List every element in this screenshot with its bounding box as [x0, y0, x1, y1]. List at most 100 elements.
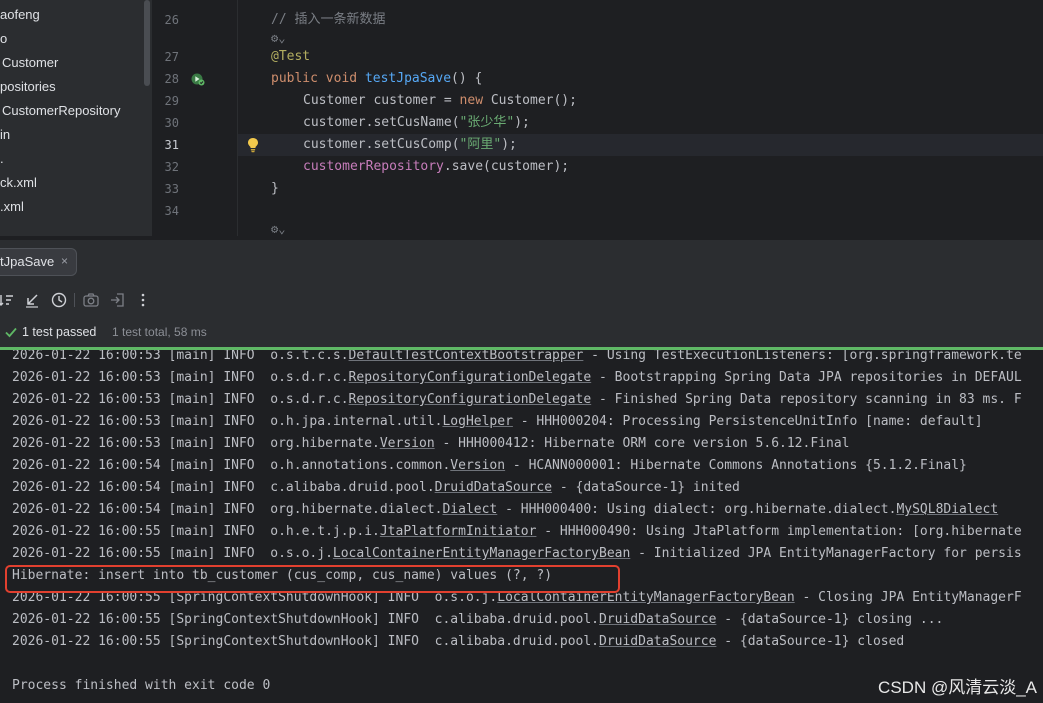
code-text: .save(customer);: [443, 159, 570, 174]
console-text: 2026-01-22 16:00:53 [main] INFO o.h.jpa.…: [12, 414, 443, 429]
test-status-bar: 1 test passed 1 test total, 58 ms: [0, 316, 1043, 348]
code-keyword: new: [459, 93, 484, 108]
import-icon[interactable]: [109, 291, 127, 309]
console-line: 2026-01-22 16:00:55 [SpringContextShutdo…: [12, 631, 904, 653]
code-text: Customer customer =: [303, 93, 460, 108]
code-string: "阿里": [459, 137, 502, 152]
console-line: 2026-01-22 16:00:55 [SpringContextShutdo…: [12, 609, 943, 631]
code-line: Customer customer = new Customer();: [303, 90, 577, 112]
console-text: 2026-01-22 16:00:55 [main] INFO o.s.o.j.: [12, 546, 333, 561]
console-text: - {dataSource-1} closing ...: [716, 612, 944, 627]
camera-icon[interactable]: [82, 291, 100, 309]
line-number: 32: [164, 160, 179, 174]
lightbulb-icon[interactable]: [246, 137, 260, 153]
code-text: }: [271, 181, 279, 196]
close-icon[interactable]: ×: [61, 254, 68, 268]
console-text: 2026-01-22 16:00:55 [SpringContextShutdo…: [12, 634, 599, 649]
more-options-icon[interactable]: [134, 291, 152, 309]
console-text: - HHH000412: Hibernate ORM core version …: [434, 436, 850, 451]
tree-item-customer[interactable]: Customer: [2, 53, 58, 73]
console-logger-link[interactable]: JtaPlatformInitiator: [380, 524, 537, 539]
code-text: );: [514, 115, 530, 130]
code-text: Customer();: [483, 93, 577, 108]
console-text: 2026-01-22 16:00:55 [main] INFO o.h.e.t.…: [12, 524, 380, 539]
console-line: 2026-01-22 16:00:53 [main] INFO o.s.d.r.…: [12, 367, 1022, 389]
code-text: customer.setCusComp(: [303, 137, 460, 152]
tree-item-customer-repository[interactable]: CustomerRepository: [2, 101, 121, 121]
console-text: - Closing JPA EntityManagerF: [794, 590, 1022, 605]
code-string: "张少华": [459, 115, 515, 130]
run-toolbar: [0, 284, 1043, 316]
tests-total-label: 1 test total, 58 ms: [112, 325, 207, 339]
console-logger-link[interactable]: DruidDataSource: [435, 480, 552, 495]
code-line-current: customer.setCusComp("阿里");: [303, 134, 517, 156]
console-logger-link[interactable]: MySQL8Dialect: [896, 502, 998, 517]
code-editor[interactable]: // 插入一条新数据 ⚙⌄ @Test public void testJpaS…: [238, 0, 1043, 236]
console-line: 2026-01-22 16:00:53 [main] INFO o.h.jpa.…: [12, 411, 983, 433]
console-line: Process finished with exit code 0: [12, 675, 270, 697]
code-text: );: [501, 137, 517, 152]
check-icon: [5, 327, 17, 338]
console-text: 2026-01-22 16:00:53 [main] INFO o.s.d.r.…: [12, 392, 349, 407]
tree-item[interactable]: o: [0, 29, 7, 49]
project-tree[interactable]: aofeng o Customer positories CustomerRep…: [0, 0, 152, 236]
line-number-current: 31: [164, 138, 179, 152]
console-text: - HHH000204: Processing PersistenceUnitI…: [512, 414, 983, 429]
console-text: - HHH000400: Using dialect: org.hibernat…: [497, 502, 897, 517]
console-text: - Using TestExecutionListeners: [org.spr…: [583, 350, 1022, 363]
code-line: @Test: [271, 46, 310, 68]
console-line: 2026-01-22 16:00:54 [main] INFO c.alibab…: [12, 477, 740, 499]
console-text: 2026-01-22 16:00:53 [main] INFO o.s.t.c.…: [12, 350, 349, 363]
tree-item-repositories[interactable]: positories: [0, 77, 56, 97]
console-output[interactable]: 2026-01-22 16:00:53 [main] INFO o.s.t.c.…: [0, 350, 1043, 703]
code-line: customer.setCusName("张少华");: [303, 112, 530, 134]
tests-passed-label: 1 test passed: [22, 325, 97, 339]
console-text: - Bootstrapping Spring Data JPA reposito…: [591, 370, 1022, 385]
console-line: 2026-01-22 16:00:55 [main] INFO o.h.e.t.…: [12, 521, 1022, 543]
console-text: - Initialized JPA EntityManagerFactory f…: [630, 546, 1022, 561]
tree-item-main[interactable]: in: [0, 125, 10, 145]
console-logger-link[interactable]: Version: [380, 436, 435, 451]
console-text: 2026-01-22 16:00:54 [main] INFO c.alibab…: [12, 480, 435, 495]
console-text: - {dataSource-1} inited: [552, 480, 740, 495]
code-line: customerRepository.save(customer);: [303, 156, 569, 178]
code-comment: // 插入一条新数据: [271, 12, 386, 27]
console-logger-link[interactable]: LogHelper: [442, 414, 512, 429]
inlay-hint-icon[interactable]: ⚙⌄: [271, 31, 285, 45]
console-line: 2026-01-22 16:00:53 [main] INFO o.s.d.r.…: [12, 389, 1022, 411]
console-logger-link[interactable]: RepositoryConfigurationDelegate: [349, 370, 592, 385]
line-number: 26: [164, 13, 179, 27]
console-logger-link[interactable]: DruidDataSource: [599, 634, 716, 649]
code-keyword: void: [325, 71, 358, 86]
tree-scrollbar[interactable]: [144, 0, 150, 86]
collapse-icon[interactable]: [23, 291, 41, 309]
console-line: 2026-01-22 16:00:54 [main] INFO o.h.anno…: [12, 455, 967, 477]
line-number: 28: [164, 72, 179, 86]
console-logger-link[interactable]: LocalContainerEntityManagerFactoryBean: [333, 546, 630, 561]
console-logger-link[interactable]: DruidDataSource: [599, 612, 716, 627]
inlay-hint-icon[interactable]: ⚙⌄: [271, 222, 285, 236]
line-number: 29: [164, 94, 179, 108]
code-text: () {: [451, 71, 483, 86]
console-line: 2026-01-22 16:00:54 [main] INFO org.hibe…: [12, 499, 998, 521]
tree-item-pom[interactable]: .xml: [0, 197, 24, 217]
code-lens-hint[interactable]: ⚙⌄: [271, 218, 285, 236]
console-logger-link[interactable]: Version: [450, 458, 505, 473]
console-text: 2026-01-22 16:00:55 [SpringContextShutdo…: [12, 612, 599, 627]
tree-item[interactable]: aofeng: [0, 5, 40, 25]
console-line: 2026-01-22 16:00:53 [main] INFO org.hibe…: [12, 433, 849, 455]
line-number: 34: [164, 204, 179, 218]
console-logger-link[interactable]: DefaultTestContextBootstrapper: [349, 350, 584, 363]
run-tab[interactable]: tJpaSave ×: [0, 248, 77, 276]
run-test-icon[interactable]: [191, 72, 205, 86]
tree-item[interactable]: .: [0, 149, 4, 169]
console-logger-link[interactable]: Dialect: [442, 502, 497, 517]
console-text: 2026-01-22 16:00:53 [main] INFO o.s.d.r.…: [12, 370, 349, 385]
sort-icon[interactable]: [0, 291, 16, 309]
tree-item-pom-lock[interactable]: ck.xml: [0, 173, 37, 193]
history-icon[interactable]: [50, 291, 68, 309]
console-text: - HHH000490: Using JtaPlatform implement…: [536, 524, 1022, 539]
code-line: // 插入一条新数据: [271, 9, 385, 31]
editor-gutter: 26 27 28 29 30 31 32 33 34: [157, 0, 237, 236]
console-logger-link[interactable]: RepositoryConfigurationDelegate: [349, 392, 592, 407]
